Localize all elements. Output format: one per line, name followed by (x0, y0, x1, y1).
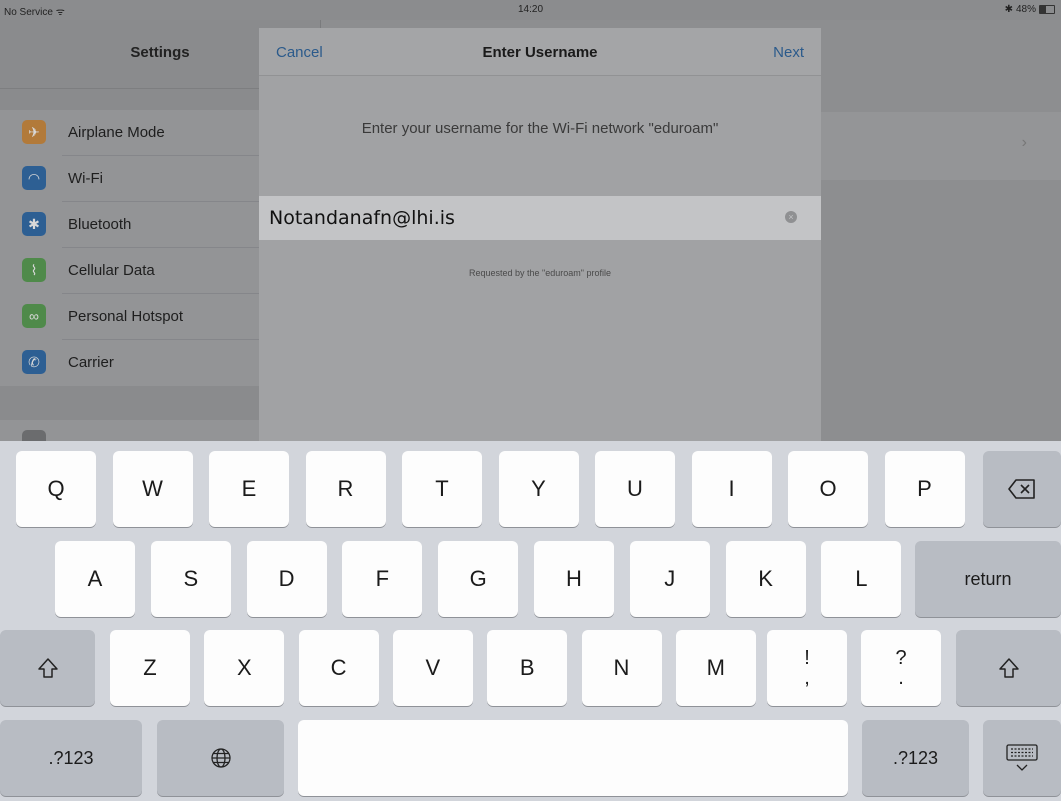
key-d[interactable]: D (246, 541, 327, 617)
key-h[interactable]: H (534, 541, 614, 617)
globe-icon (210, 748, 231, 768)
key-o[interactable]: O (788, 451, 868, 527)
key-l[interactable]: L (821, 541, 902, 617)
on-screen-keyboard: QWERTYUIOP ASDFGHJKL return ZXCVBNM !, ?… (0, 441, 1061, 801)
key-v[interactable]: V (392, 630, 473, 706)
sidebar-item-label: Cellular Data (68, 262, 155, 279)
wifi-icon: ◠ (22, 166, 46, 190)
key-z[interactable]: Z (110, 630, 190, 706)
key-m[interactable]: M (675, 630, 756, 706)
hotspot-icon: ∞ (22, 304, 46, 328)
enter-username-dialog: Cancel Enter Username Next Enter your us… (259, 28, 821, 441)
dialog-prompt: Enter your username for the Wi-Fi networ… (361, 120, 719, 137)
key-r[interactable]: R (305, 451, 386, 527)
keyboard-dismiss-icon (1006, 744, 1038, 771)
key-a[interactable]: A (55, 541, 135, 617)
sidebar-item-label: Wi-Fi (68, 170, 103, 187)
dismiss-keyboard-key[interactable] (983, 720, 1061, 796)
next-button[interactable]: Next (773, 44, 804, 61)
key-j[interactable]: J (629, 541, 710, 617)
key-k[interactable]: K (725, 541, 806, 617)
bluetooth-status-icon: ✱ (1004, 4, 1013, 15)
backspace-key[interactable] (983, 451, 1061, 527)
status-time: 14:20 (517, 4, 544, 15)
status-bar: No Service ᯤ 14:20 ✱ 48% (0, 0, 1061, 20)
key-w[interactable]: W (112, 451, 193, 527)
dialog-title: Enter Username (482, 44, 598, 61)
shift-icon (998, 658, 1019, 678)
key-b[interactable]: B (487, 630, 568, 706)
sidebar-item-label: Personal Hotspot (68, 308, 184, 325)
numbers-key-right[interactable]: .?123 (862, 720, 969, 796)
backspace-icon (1008, 479, 1035, 499)
key-q[interactable]: Q (16, 451, 96, 527)
key-c[interactable]: C (298, 630, 379, 706)
key-i[interactable]: I (691, 451, 772, 527)
shift-icon (37, 658, 58, 678)
key-x[interactable]: X (204, 630, 285, 706)
key-f[interactable]: F (342, 541, 423, 617)
airplane-icon: ✈ (22, 120, 46, 144)
clear-text-icon[interactable]: × (785, 211, 797, 223)
bluetooth-icon: ✱ (22, 212, 46, 236)
globe-key[interactable] (157, 720, 284, 796)
chevron-right-icon: › (1021, 134, 1027, 151)
battery-status: ✱ 48% (1005, 4, 1055, 15)
sidebar-item-label: Carrier (68, 354, 114, 371)
numbers-key-left[interactable]: .?123 (0, 720, 142, 796)
notification-icon (22, 430, 46, 441)
requested-by-note: Requested by the "eduroam" profile (469, 268, 611, 278)
exclamation-comma-key[interactable]: !, (767, 630, 847, 706)
key-y[interactable]: Y (498, 451, 579, 527)
space-bar[interactable] (298, 720, 848, 796)
username-field-row: × (259, 196, 821, 240)
shift-key-right[interactable] (956, 630, 1061, 706)
battery-icon (1039, 5, 1055, 14)
sidebar-item-label: Airplane Mode (68, 124, 165, 141)
key-t[interactable]: T (402, 451, 482, 527)
dialog-nav-bar: Cancel Enter Username Next (259, 28, 821, 76)
key-n[interactable]: N (581, 630, 662, 706)
return-key[interactable]: return (915, 541, 1061, 617)
key-g[interactable]: G (438, 541, 519, 617)
username-input[interactable] (269, 202, 769, 234)
phone-icon: ✆ (22, 350, 46, 374)
key-s[interactable]: S (150, 541, 231, 617)
key-e[interactable]: E (209, 451, 289, 527)
key-p[interactable]: P (884, 451, 965, 527)
key-u[interactable]: U (595, 451, 675, 527)
shift-key-left[interactable] (0, 630, 95, 706)
question-period-key[interactable]: ?. (861, 630, 941, 706)
antenna-icon: ⌇ (22, 258, 46, 282)
sidebar-item-label: Bluetooth (68, 216, 132, 233)
